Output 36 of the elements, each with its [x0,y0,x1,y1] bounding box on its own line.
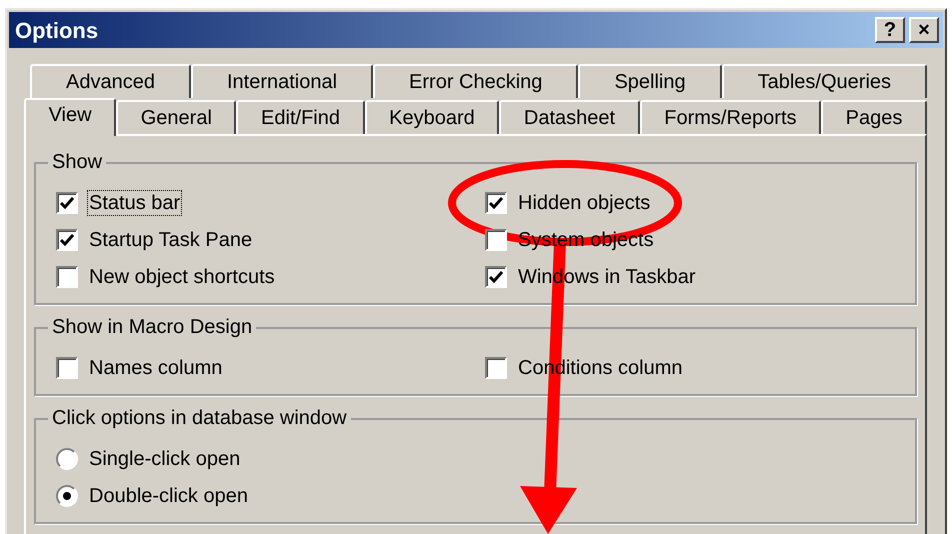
radio-button[interactable] [56,448,78,470]
checkbox[interactable] [485,228,507,250]
checkbox[interactable] [485,192,507,214]
tab[interactable]: Edit/Find [236,100,365,134]
help-button[interactable]: ? [875,17,905,43]
option-label: Double-click open [88,484,249,508]
check-icon [489,270,503,282]
close-button[interactable]: × [909,17,939,43]
tab[interactable]: Spelling [578,64,722,98]
checkbox[interactable] [485,266,507,288]
option-label: Single-click open [88,446,242,470]
option-label: Names column [88,356,224,380]
tab[interactable]: Advanced [30,64,191,98]
tab[interactable]: Tables/Queries [722,64,928,98]
check-icon [489,196,503,208]
tab[interactable]: Forms/Reports [640,100,822,134]
radio-button[interactable] [56,484,78,506]
tab[interactable]: Pages [821,100,927,134]
checkbox[interactable] [56,266,78,288]
checkbox[interactable] [56,356,78,378]
option-label: New object shortcuts [88,264,276,288]
checkbox[interactable] [56,192,78,214]
tab[interactable]: Error Checking [373,64,578,98]
option-label: Startup Task Pane [88,228,254,252]
tab[interactable]: Keyboard [364,100,500,134]
check-icon [60,234,74,246]
tab[interactable]: Datasheet [499,100,640,134]
window-title: Options [15,16,98,45]
tab[interactable]: View [24,98,116,136]
tab[interactable]: International [190,64,374,98]
option-label: Status bar [88,190,182,214]
check-icon [60,196,74,208]
tab[interactable]: General [116,100,236,134]
checkbox[interactable] [485,356,507,378]
checkbox[interactable] [56,228,78,250]
option-label: Hidden objects [517,190,652,214]
